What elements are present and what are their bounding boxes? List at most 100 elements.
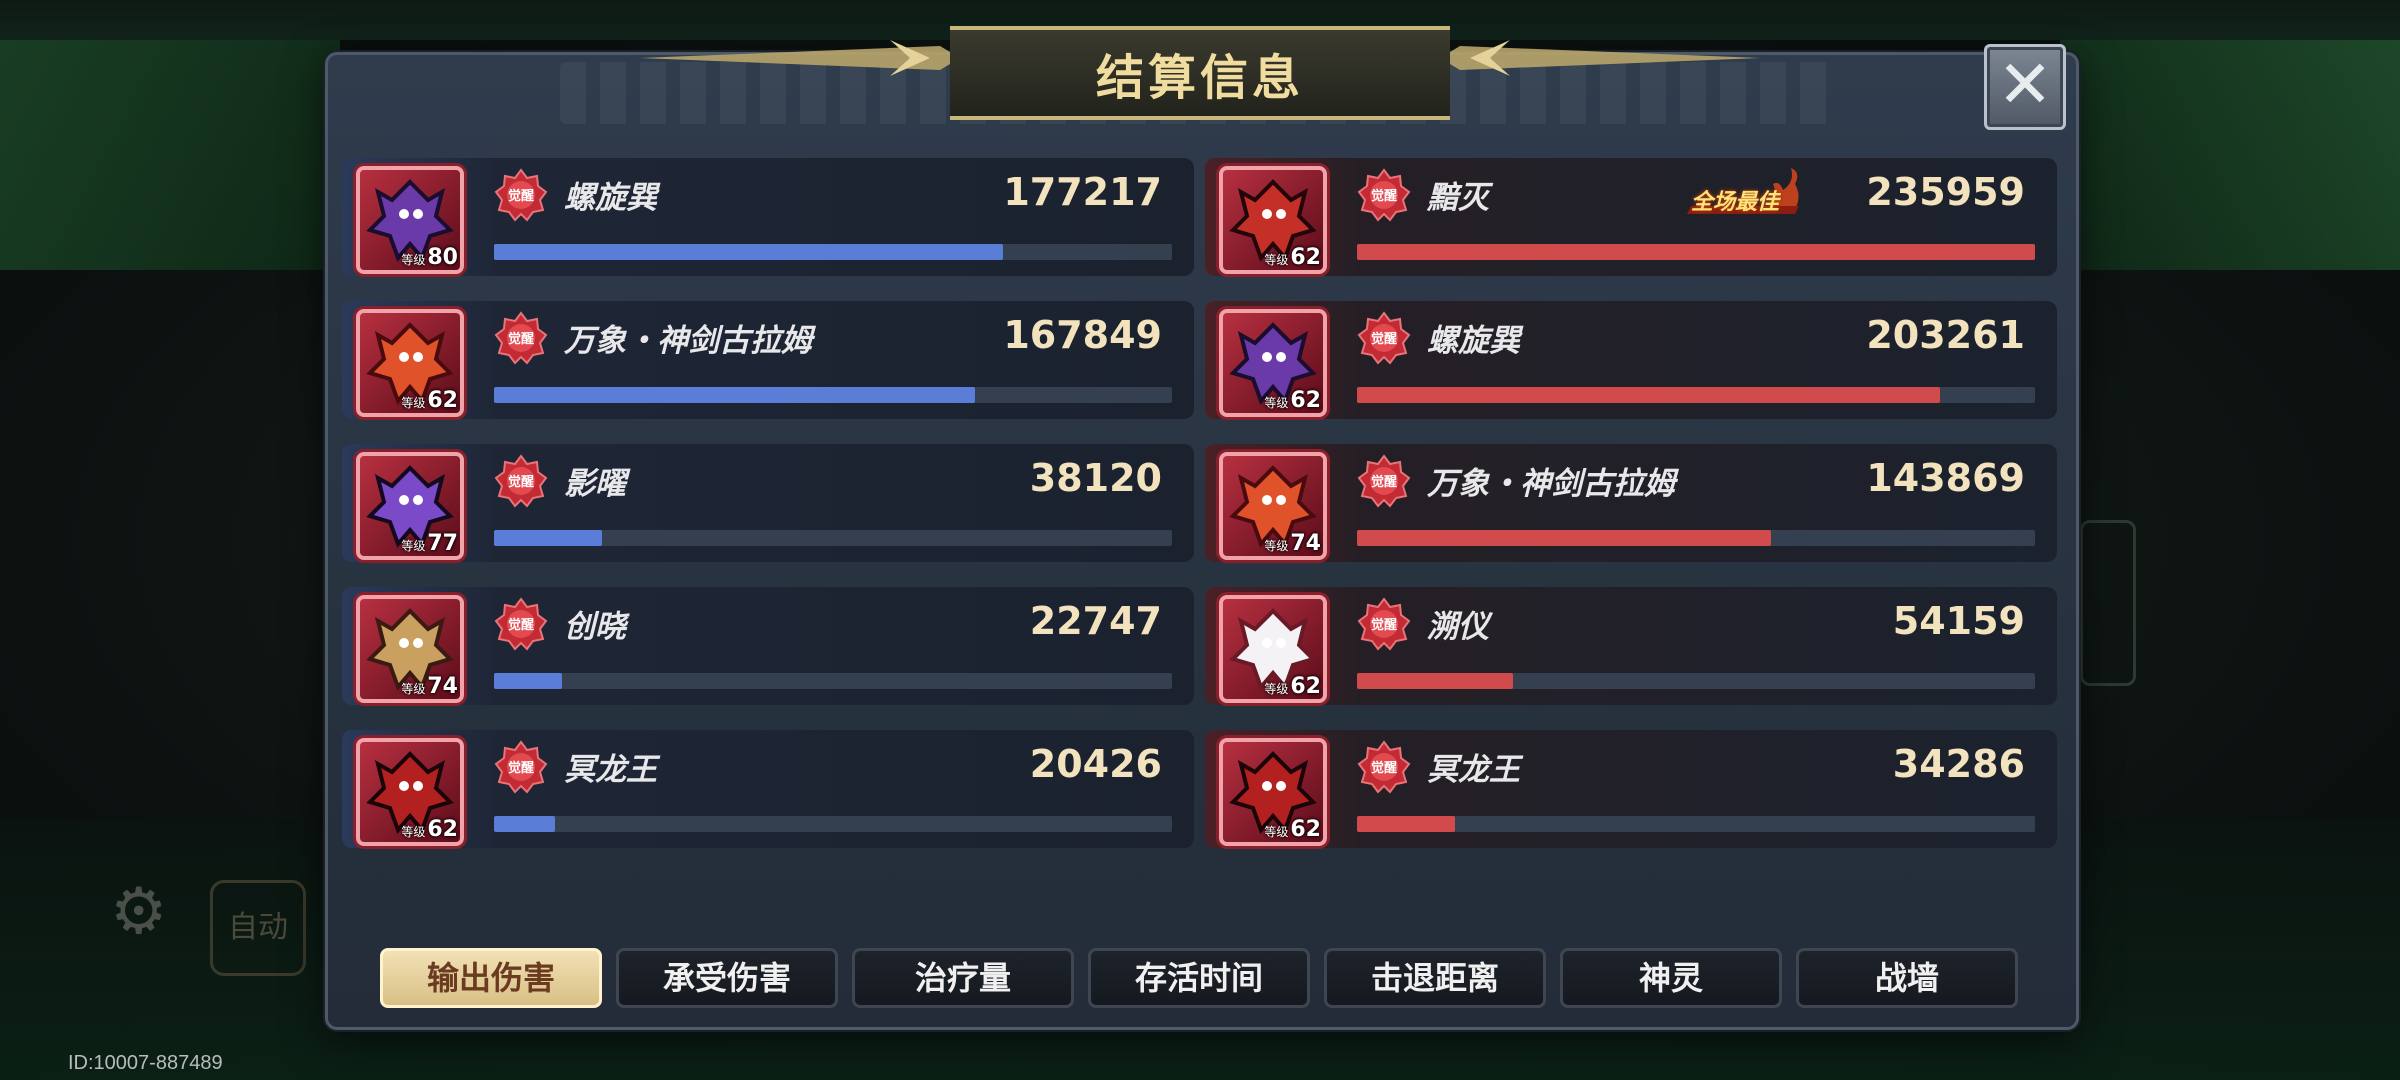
enemy-row-5: 等级62 觉醒 冥龙王 34286 <box>1205 730 2057 848</box>
awaken-badge-label: 觉醒 <box>508 760 534 776</box>
character-level: 等级74 <box>1264 531 1321 556</box>
tab-1[interactable]: 输出伤害 <box>380 948 602 1008</box>
background-side-widget <box>2080 520 2136 686</box>
stat-category-tabs: 输出伤害 承受伤害 治疗量 存活时间 击退距离 神灵 战墙 <box>380 948 2018 1008</box>
character-avatar[interactable]: 等级62 <box>1219 738 1327 846</box>
tab-4[interactable]: 存活时间 <box>1088 948 1310 1008</box>
damage-bar-track <box>494 816 1172 832</box>
character-avatar[interactable]: 等级77 <box>356 452 464 560</box>
level-prefix: 等级 <box>1264 253 1289 267</box>
damage-bar-track <box>1357 387 2035 403</box>
character-level: 等级62 <box>1264 674 1321 699</box>
damage-bar-track <box>494 673 1172 689</box>
tab-2[interactable]: 承受伤害 <box>616 948 838 1008</box>
level-value: 62 <box>427 388 458 413</box>
ally-row-3: 等级77 觉醒 影曜 38120 <box>342 444 1194 562</box>
damage-bar-fill <box>1357 244 2035 260</box>
tab-3[interactable]: 治疗量 <box>852 948 1074 1008</box>
damage-value: 34286 <box>1892 742 2025 786</box>
character-name: 冥龙王 <box>564 752 657 788</box>
awaken-badge-icon: 觉醒 <box>1357 168 1411 222</box>
level-prefix: 等级 <box>401 539 426 553</box>
character-name: 创晓 <box>564 609 626 645</box>
background-scene-left <box>0 40 340 270</box>
awaken-badge-label: 觉醒 <box>1371 474 1397 490</box>
awaken-badge-icon: 觉醒 <box>1357 740 1411 794</box>
damage-value: 54159 <box>1892 599 2025 643</box>
close-button[interactable]: ✕ <box>1984 44 2066 130</box>
damage-value: 143869 <box>1866 456 2025 500</box>
title-wing-left-ornament <box>640 40 960 76</box>
level-value: 62 <box>1290 817 1321 842</box>
character-level: 等级62 <box>401 388 458 413</box>
level-value: 62 <box>1290 388 1321 413</box>
character-avatar[interactable]: 等级62 <box>356 738 464 846</box>
level-value: 62 <box>427 817 458 842</box>
character-avatar[interactable]: 等级62 <box>1219 595 1327 703</box>
damage-bar-track <box>1357 244 2035 260</box>
damage-value: 38120 <box>1029 456 1162 500</box>
awaken-badge-label: 觉醒 <box>1371 188 1397 204</box>
damage-bar-fill <box>494 387 976 403</box>
awaken-badge-icon: 觉醒 <box>1357 597 1411 651</box>
character-name: 影曜 <box>564 466 626 502</box>
ally-row-2: 等级62 觉醒 万象・神剑古拉姆 167849 <box>342 301 1194 419</box>
character-avatar[interactable]: 等级74 <box>1219 452 1327 560</box>
character-avatar[interactable]: 等级62 <box>356 309 464 417</box>
level-prefix: 等级 <box>401 825 426 839</box>
background-scene-right <box>2060 40 2400 270</box>
level-prefix: 等级 <box>1264 682 1289 696</box>
character-level: 等级62 <box>1264 817 1321 842</box>
character-name: 黯灭 <box>1427 180 1489 216</box>
awaken-badge-icon: 觉醒 <box>494 740 548 794</box>
tab-5[interactable]: 击退距离 <box>1324 948 1546 1008</box>
damage-value: 203261 <box>1866 313 2025 357</box>
character-name: 螺旋巽 <box>1427 323 1520 359</box>
awaken-badge-icon: 觉醒 <box>1357 311 1411 365</box>
level-value: 74 <box>1290 531 1321 556</box>
character-level: 等级77 <box>401 531 458 556</box>
character-name: 冥龙王 <box>1427 752 1520 788</box>
enemy-row-2: 等级62 觉醒 螺旋巽 203261 <box>1205 301 2057 419</box>
awaken-badge-icon: 觉醒 <box>1357 454 1411 508</box>
character-name: 万象・神剑古拉姆 <box>1427 466 1675 502</box>
user-id-label: ID:10007-887489 <box>68 1052 223 1074</box>
panel-title: 结算信息 <box>1095 50 1304 106</box>
level-prefix: 等级 <box>401 682 426 696</box>
tab-7[interactable]: 战墙 <box>1796 948 2018 1008</box>
character-avatar[interactable]: 等级74 <box>356 595 464 703</box>
damage-bar-track <box>494 244 1172 260</box>
ally-row-5: 等级62 觉醒 冥龙王 20426 <box>342 730 1194 848</box>
awaken-badge-label: 觉醒 <box>508 331 534 347</box>
damage-bar-track <box>1357 673 2035 689</box>
title-banner: 结算信息 <box>950 26 1450 120</box>
mvp-tag: 全场最佳 <box>1683 168 1813 224</box>
damage-value: 167849 <box>1003 313 1162 357</box>
mvp-label: 全场最佳 <box>1691 190 1780 215</box>
damage-bar-track <box>1357 816 2035 832</box>
title-wing-right-ornament <box>1440 40 1760 76</box>
close-icon: ✕ <box>1997 46 2053 123</box>
character-avatar[interactable]: 等级62 <box>1219 309 1327 417</box>
damage-bar-fill <box>1357 816 1456 832</box>
damage-value: 235959 <box>1866 170 2025 214</box>
settings-gear-icon: ⚙ <box>110 875 168 949</box>
ally-row-4: 等级74 觉醒 创晓 22747 <box>342 587 1194 705</box>
level-value: 74 <box>427 674 458 699</box>
damage-value: 177217 <box>1003 170 1162 214</box>
level-value: 80 <box>427 245 458 270</box>
character-avatar[interactable]: 等级62 <box>1219 166 1327 274</box>
tab-6[interactable]: 神灵 <box>1560 948 1782 1008</box>
character-name: 万象・神剑古拉姆 <box>564 323 812 359</box>
damage-bar-fill <box>494 673 562 689</box>
character-level: 等级74 <box>401 674 458 699</box>
character-level: 等级62 <box>1264 388 1321 413</box>
character-avatar[interactable]: 等级80 <box>356 166 464 274</box>
level-value: 62 <box>1290 245 1321 270</box>
enemy-row-4: 等级62 觉醒 溯仪 54159 <box>1205 587 2057 705</box>
enemy-row-1: 等级62 觉醒 黯灭 235959 全场最佳 <box>1205 158 2057 276</box>
enemy-row-3: 等级74 觉醒 万象・神剑古拉姆 143869 <box>1205 444 2057 562</box>
awaken-badge-label: 觉醒 <box>1371 760 1397 776</box>
level-prefix: 等级 <box>1264 825 1289 839</box>
character-name: 溯仪 <box>1427 609 1489 645</box>
